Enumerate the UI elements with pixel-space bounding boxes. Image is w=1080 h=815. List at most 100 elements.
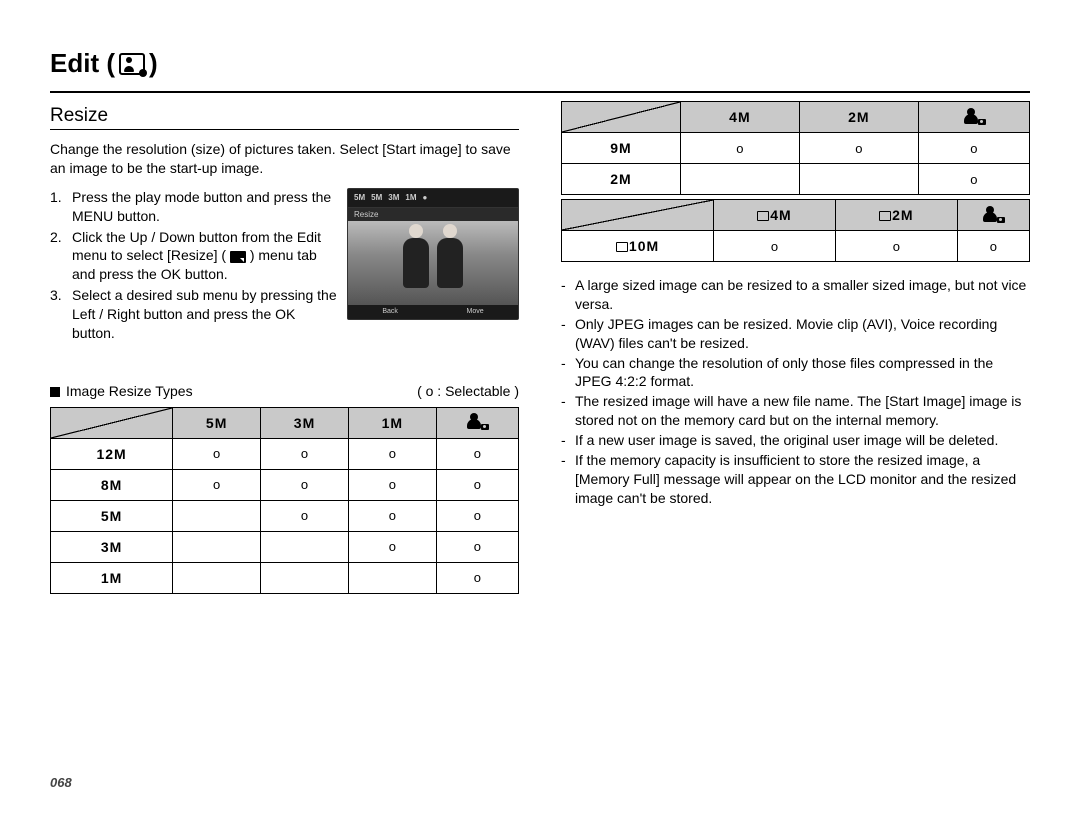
note-text: A large sized image can be resized to a … [575,276,1030,314]
table-cell: o [918,133,1029,164]
res-chip: 1M [405,193,416,202]
row-header: 5M [51,500,173,531]
note-dash: - [561,354,569,392]
step-number: 3. [50,286,66,343]
row-header: 2M [562,164,681,195]
section-heading: Resize [50,105,519,127]
screenshot-label-row: Resize [348,208,518,222]
col-header: 3M [261,407,349,438]
table-corner [51,407,173,438]
col-header: 2M [835,200,957,231]
step-text: Press the play mode button and press the… [72,188,339,226]
note-dash: - [561,276,569,314]
table-cell: o [261,438,349,469]
mp-value: 5M [206,415,227,431]
table-cell [348,562,436,593]
page-number: 068 [50,775,72,790]
camera-screenshot: 5M 5M 3M 1M ● Resize Back Move [347,188,519,320]
table-cell: o [173,438,261,469]
note-text: Only JPEG images can be resized. Movie c… [575,315,1030,353]
col-header: 2M [799,102,918,133]
table3-body: 10Mooo [562,231,1030,262]
note-item: -You can change the resolution of only t… [561,354,1030,392]
table-row: 1M o [51,562,519,593]
note-text: You can change the resolution of only th… [575,354,1030,392]
row-header: 1M [51,562,173,593]
step-text: Click the Up / Down button from the Edit… [72,228,339,285]
section-rule [50,129,519,130]
note-dash: - [561,431,569,450]
col-header: 1M [348,407,436,438]
table-cell [799,164,918,195]
screenshot-topbar: 5M 5M 3M 1M ● [348,189,518,208]
table-corner [562,200,714,231]
step-item: 2. Click the Up / Down button from the E… [50,228,339,285]
row-header: 12M [51,438,173,469]
start-image-icon [964,108,984,124]
person-figure [437,238,463,288]
col-header: 5M [173,407,261,438]
mp-value: 2M [848,109,869,125]
note-dash: - [561,315,569,353]
mp-value: 3M [294,415,315,431]
move-hint: Move [467,308,484,315]
col-header: 4M [680,102,799,133]
screenshot-label: Resize [354,210,378,219]
table-cell: o [957,231,1029,262]
right-column: 4M 2M 9Mooo2Mo 4M 2M 10Moo [561,101,1030,594]
step-item: 1. Press the play mode button and press … [50,188,339,226]
note-item: -If a new user image is saved, the origi… [561,431,1030,450]
notes-list: -A large sized image can be resized to a… [561,276,1030,508]
note-dash: - [561,451,569,508]
left-column: Resize Change the resolution (size) of p… [50,101,519,594]
resize-table-2: 4M 2M 9Mooo2Mo [561,101,1030,195]
table-row: 8Moooo [51,469,519,500]
table-cell [173,531,261,562]
step-item: 3. Select a desired sub menu by pressing… [50,286,339,343]
table-cell: o [261,469,349,500]
table-cell: o [436,500,518,531]
mp-value: 1M [382,415,403,431]
mp-value: 4M [729,109,750,125]
table-cell: o [436,562,518,593]
title-rule [50,91,1030,93]
table-cell [173,500,261,531]
table-cell [680,164,799,195]
note-item: -Only JPEG images can be resized. Movie … [561,315,1030,353]
table-cell: o [835,231,957,262]
row-header: 3M [51,531,173,562]
table-row: 10Mooo [562,231,1030,262]
note-text: If the memory capacity is insufficient t… [575,451,1030,508]
resize-table-1: 5M 3M 1M 12Moooo8Moooo5Mooo3Moo1Mo [50,407,519,594]
table-row: 5Mooo [51,500,519,531]
mp-value: 4M [757,207,791,223]
table-cell [261,531,349,562]
intro-text: Change the resolution (size) of pictures… [50,140,519,178]
table-cell: o [348,531,436,562]
start-chip: ● [423,193,428,202]
start-image-icon [983,206,1003,222]
table-cell: o [348,500,436,531]
title-text: Edit ( [50,48,115,79]
col-header-start [436,407,518,438]
table2-body: 9Mooo2Mo [562,133,1030,195]
table-cell: o [261,500,349,531]
res-chip: 5M [354,193,365,202]
resize-icon [230,251,246,263]
col-header-start [957,200,1029,231]
row-header: 10M [562,231,714,262]
screenshot-photo [348,221,518,305]
table-cell: o [436,469,518,500]
page-title: Edit ( ) [50,48,1030,79]
bullet-icon [50,387,60,397]
table-cell [173,562,261,593]
res-chip: 3M [388,193,399,202]
table-cell: o [173,469,261,500]
row-header: 9M [562,133,681,164]
table-corner [562,102,681,133]
note-item: -The resized image will have a new file … [561,392,1030,430]
table-cell: o [348,438,436,469]
note-dash: - [561,392,569,430]
note-text: If a new user image is saved, the origin… [575,431,998,450]
note-text: The resized image will have a new file n… [575,392,1030,430]
